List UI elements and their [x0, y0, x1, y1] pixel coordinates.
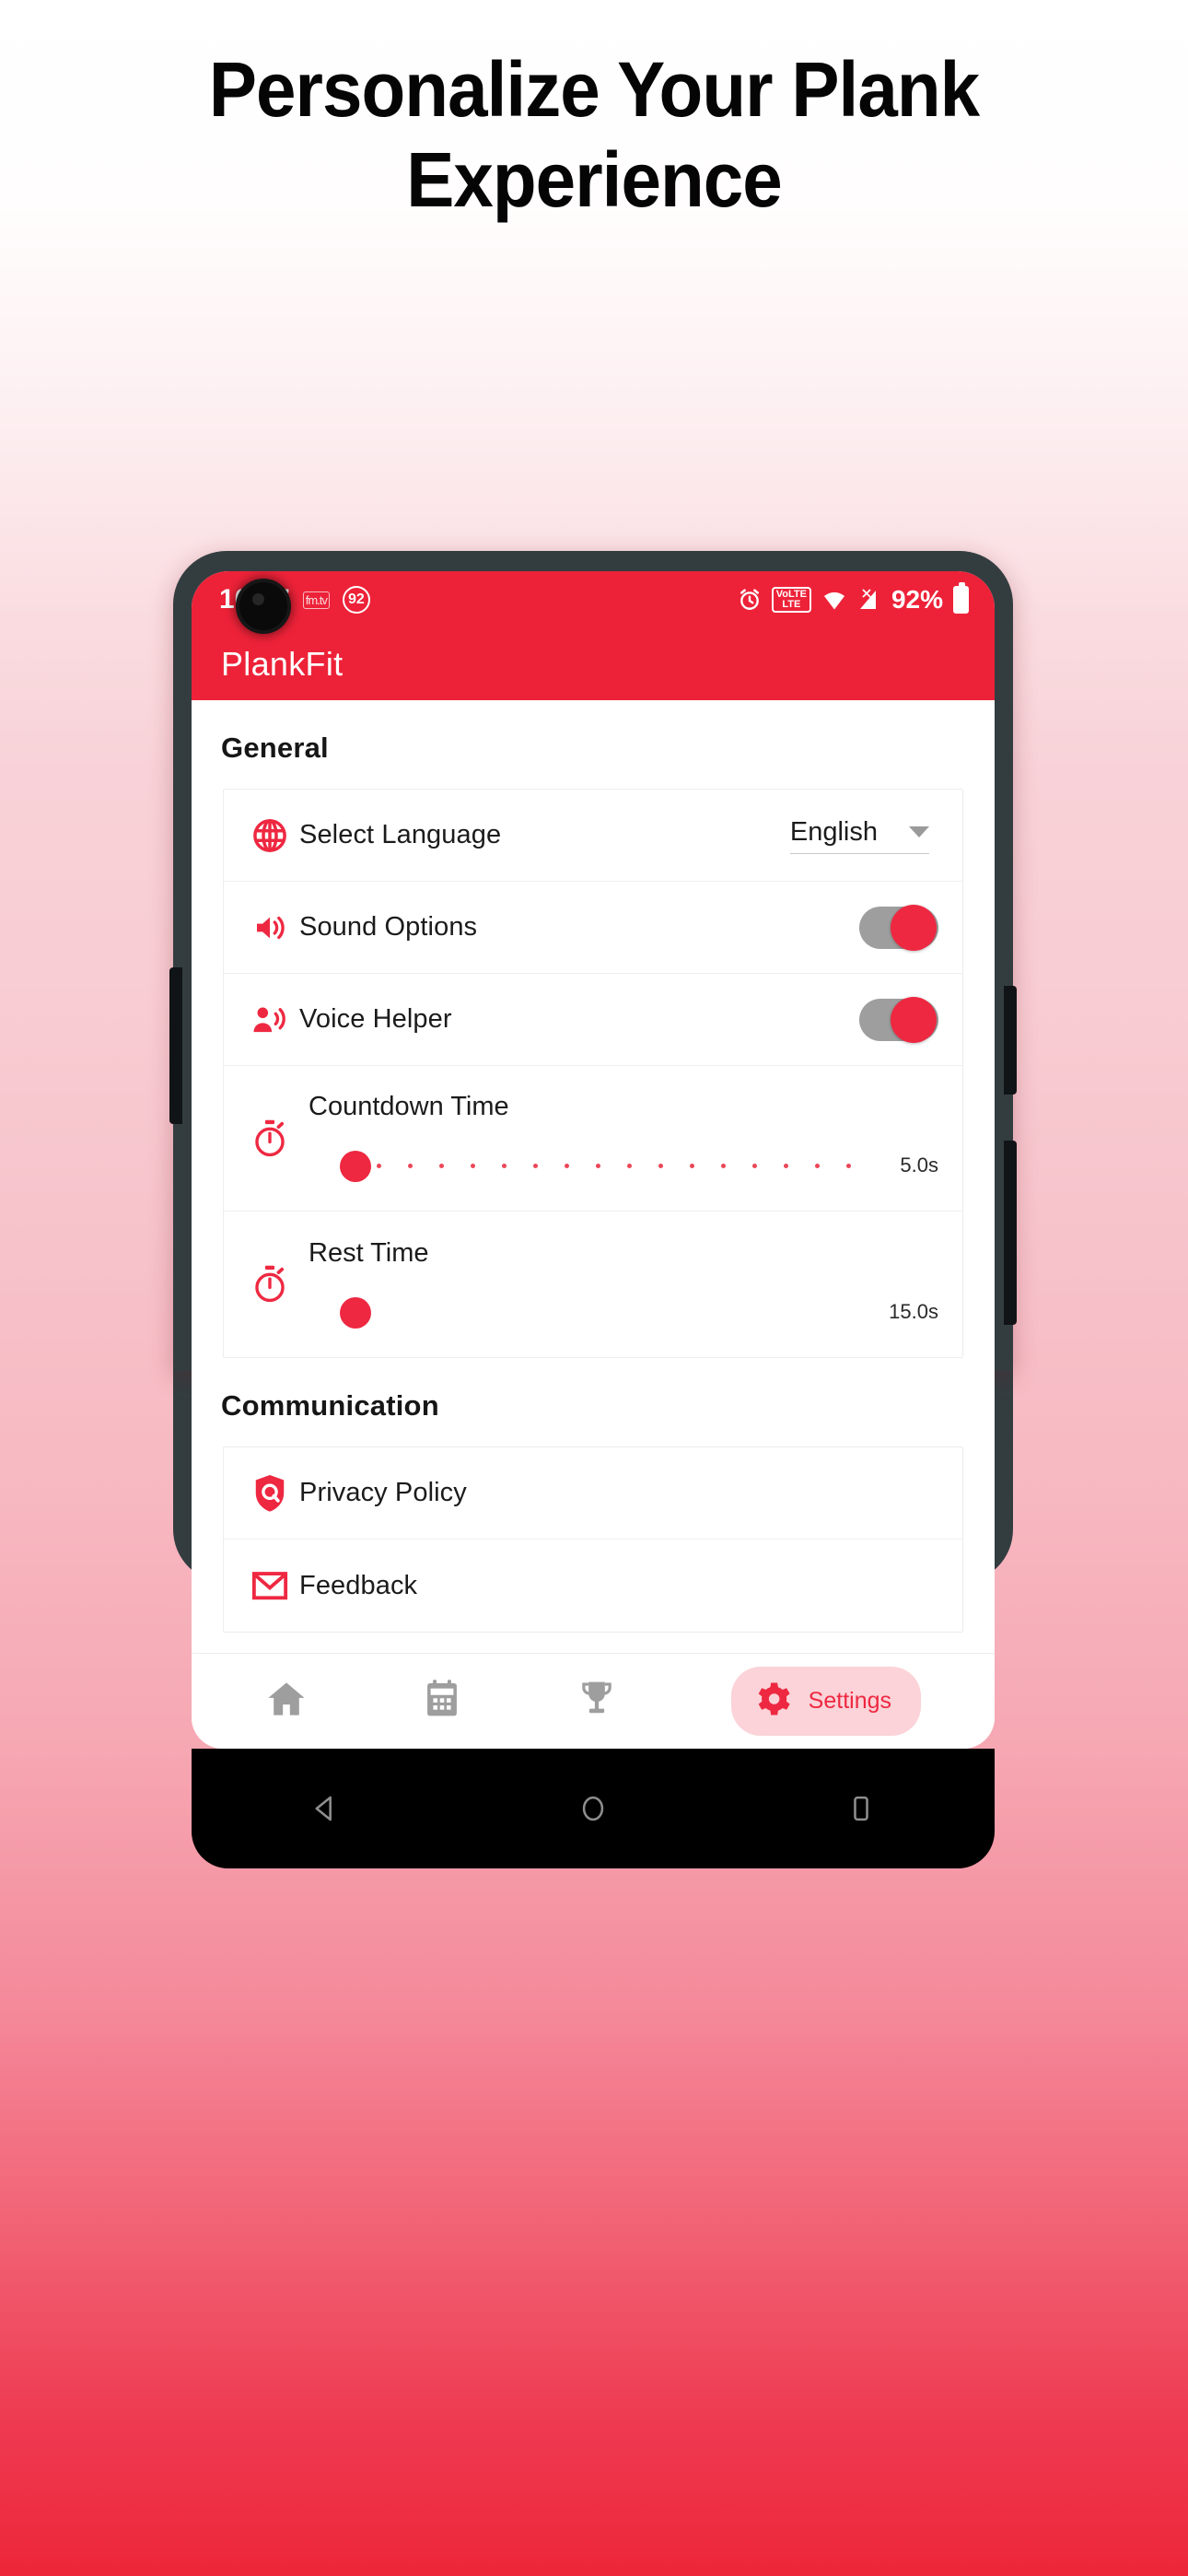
slider-tick	[752, 1164, 758, 1168]
phone-side-button-right-top[interactable]	[1004, 986, 1017, 1095]
slider-tick	[502, 1164, 507, 1168]
nav-settings-label: Settings	[808, 1688, 892, 1714]
countdown-time-slider-wrap: 5.0s	[309, 1150, 938, 1182]
status-circle-badge: 92	[342, 586, 370, 614]
slider-tick	[721, 1164, 727, 1168]
settings-content: General Select Language English Sound Op…	[192, 700, 995, 1749]
shield-privacy-icon	[240, 1473, 299, 1514]
voice-helper-toggle[interactable]	[859, 996, 938, 1043]
row-sound-options[interactable]: Sound Options	[224, 882, 962, 974]
slider-tick	[658, 1164, 664, 1168]
phone-screen: 10:07 fm.tv 92 VoLTE LTE 92%	[192, 571, 995, 1749]
slider-tick	[471, 1164, 476, 1168]
general-card: Select Language English Sound Options Vo…	[223, 789, 963, 1358]
phone-mockup: 10:07 fm.tv 92 VoLTE LTE 92%	[169, 551, 1017, 1868]
alarm-clock-icon	[738, 588, 762, 612]
sound-options-toggle[interactable]	[859, 904, 938, 951]
row-feedback[interactable]: Feedback	[224, 1540, 962, 1632]
camera-cutout	[239, 582, 287, 630]
row-label-feedback: Feedback	[299, 1570, 418, 1600]
row-label-voice-helper: Voice Helper	[299, 1004, 452, 1034]
countdown-time-slider[interactable]	[309, 1150, 852, 1182]
home-icon	[265, 1678, 308, 1725]
page-title-line-1: Personalize Your Plank	[208, 46, 980, 133]
slider-tick	[408, 1164, 413, 1168]
volume-up-icon	[240, 908, 299, 947]
home-circle-icon[interactable]	[572, 1787, 614, 1830]
nav-item-calendar[interactable]	[422, 1678, 462, 1725]
rest-time-label: Rest Time	[309, 1237, 429, 1268]
nav-item-home[interactable]	[265, 1678, 308, 1725]
slider-tick	[784, 1164, 789, 1168]
slider-tick	[377, 1164, 382, 1168]
signal-bars-icon	[857, 588, 879, 612]
slider-tick	[565, 1164, 570, 1168]
recents-square-icon[interactable]	[840, 1787, 882, 1830]
battery-percent: 92%	[891, 585, 943, 614]
app-title: PlankFit	[221, 645, 344, 683]
slider-tick	[846, 1164, 852, 1168]
phone-side-button-left[interactable]	[169, 967, 182, 1124]
nav-item-settings[interactable]: Settings	[730, 1667, 922, 1736]
countdown-time-label: Countdown Time	[309, 1092, 509, 1121]
toggle-knob	[891, 904, 937, 951]
language-dropdown[interactable]: English	[789, 816, 929, 854]
lte-label: LTE	[782, 599, 801, 610]
row-rest-time[interactable]: Rest Time 15.0s	[224, 1212, 962, 1357]
calendar-icon	[422, 1678, 462, 1725]
row-label-privacy-policy: Privacy Policy	[299, 1478, 467, 1507]
countdown-time-body: Countdown Time 5.0s	[299, 1066, 938, 1211]
status-bar-right: VoLTE LTE 92%	[738, 582, 969, 615]
status-bar-left: 10:07 fm.tv 92	[219, 584, 738, 615]
status-bar: 10:07 fm.tv 92 VoLTE LTE 92%	[192, 571, 995, 630]
globe-icon	[240, 816, 299, 855]
section-title-general: General	[221, 732, 329, 764]
countdown-slider-thumb[interactable]	[340, 1151, 372, 1182]
row-voice-helper[interactable]: Voice Helper	[224, 974, 962, 1066]
countdown-slider-ticks	[377, 1164, 878, 1168]
rest-slider-thumb[interactable]	[340, 1296, 372, 1329]
slider-tick	[439, 1164, 445, 1168]
toggle-knob	[891, 996, 937, 1043]
trophy-icon	[577, 1678, 617, 1725]
slider-tick	[596, 1164, 601, 1168]
section-title-communication: Communication	[221, 1389, 439, 1422]
row-countdown-time[interactable]: Countdown Time 5.0s	[224, 1066, 962, 1212]
slider-tick	[815, 1164, 821, 1168]
row-label-select-language: Select Language	[299, 820, 502, 849]
status-mini-badge: fm.tv	[302, 591, 330, 609]
slider-tick	[627, 1164, 633, 1168]
wifi-icon	[821, 589, 847, 611]
rest-time-value: 15.0s	[889, 1299, 938, 1323]
battery-icon	[953, 582, 969, 614]
page-title-line-2: Experience	[406, 135, 783, 223]
voice-person-icon	[240, 1001, 299, 1039]
back-triangle-icon[interactable]	[304, 1787, 346, 1830]
language-value: English	[789, 816, 878, 847]
row-label-sound-options: Sound Options	[299, 912, 478, 942]
row-privacy-policy[interactable]: Privacy Policy	[224, 1447, 962, 1540]
row-select-language[interactable]: Select Language English	[224, 790, 962, 882]
app-bar: PlankFit	[192, 628, 995, 700]
stopwatch-icon	[240, 1066, 299, 1211]
page-title: Personalize Your Plank Experience	[41, 50, 1147, 223]
gear-icon	[755, 1680, 794, 1723]
rest-time-slider-wrap: 15.0s	[309, 1296, 938, 1329]
bottom-navigation: Settings	[192, 1653, 995, 1749]
phone-side-button-right-bottom[interactable]	[1004, 1141, 1017, 1325]
volte-lte-icon: VoLTE LTE	[771, 587, 811, 613]
envelope-icon	[240, 1566, 299, 1605]
communication-card: Privacy Policy Feedback	[223, 1446, 963, 1633]
nav-item-trophy[interactable]	[577, 1678, 617, 1725]
slider-tick	[690, 1164, 695, 1168]
rest-time-body: Rest Time 15.0s	[299, 1212, 938, 1357]
android-navigation-bar	[192, 1749, 995, 1868]
chevron-down-icon	[909, 826, 929, 837]
stopwatch-icon	[240, 1212, 299, 1357]
rest-time-slider[interactable]	[309, 1296, 833, 1329]
slider-tick	[533, 1164, 539, 1168]
